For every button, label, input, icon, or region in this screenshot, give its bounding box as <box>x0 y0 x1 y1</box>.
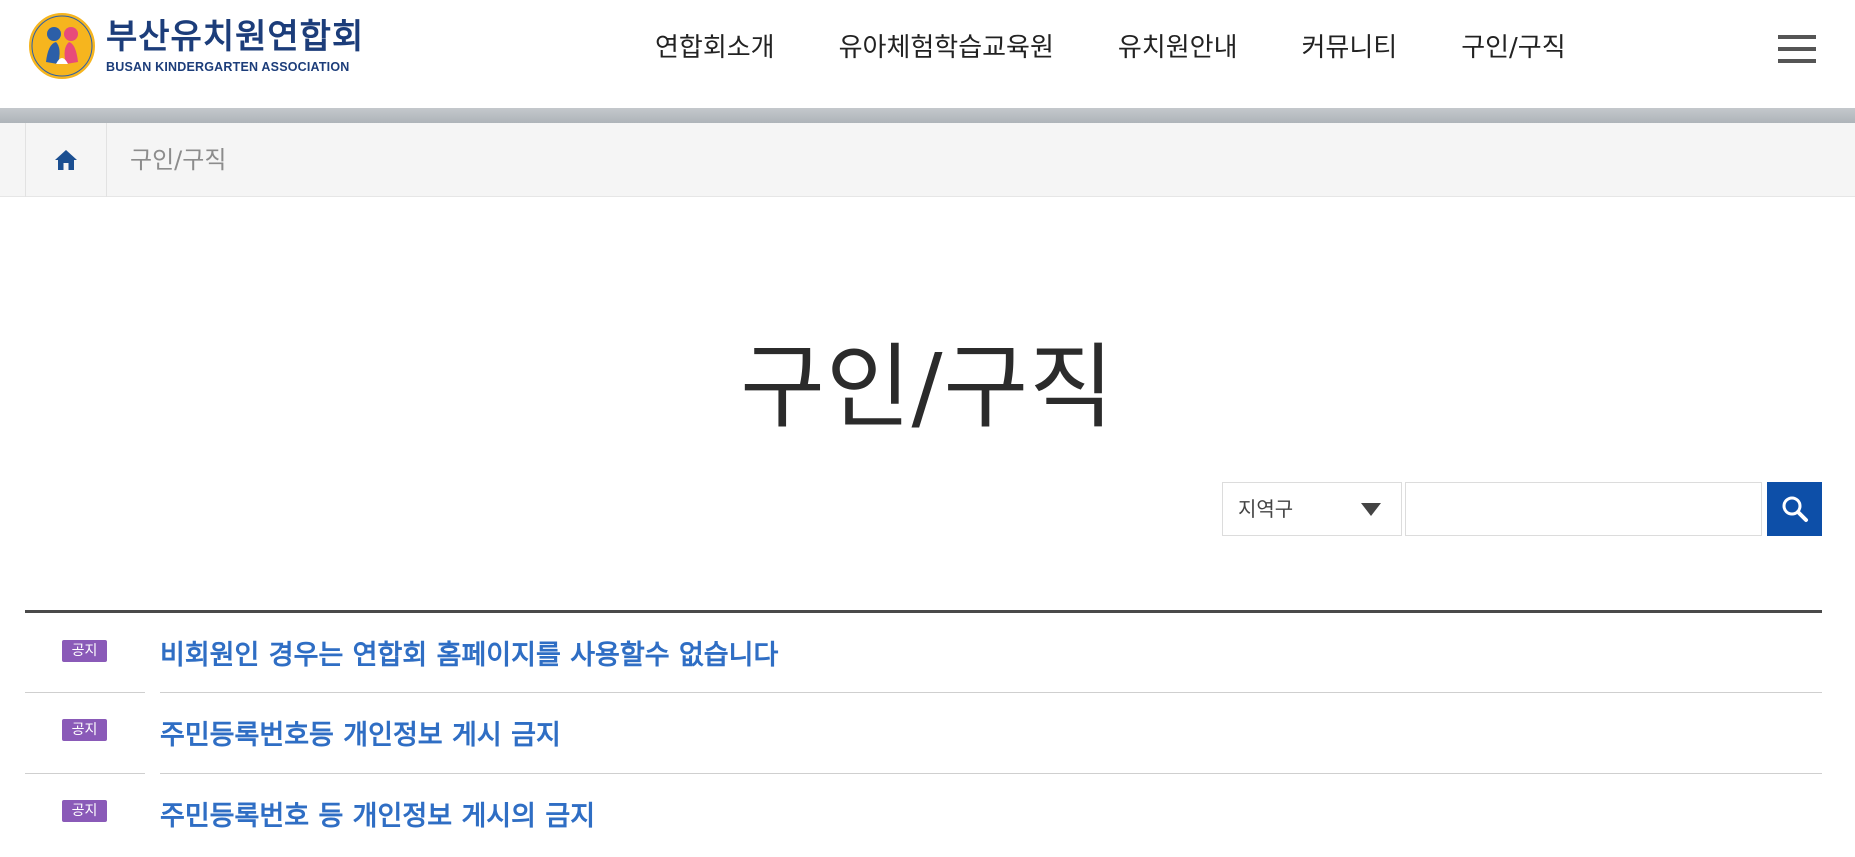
notice-title[interactable]: 비회원인 경우는 연합회 홈페이지를 사용할수 없습니다 <box>160 633 778 672</box>
notice-badge: 공지 <box>62 640 107 662</box>
header-divider-bar <box>0 108 1855 123</box>
nav-item-association-intro[interactable]: 연합회소개 <box>655 28 775 68</box>
logo-name-ko: 부산유치원연합회 <box>106 17 365 57</box>
search-button[interactable] <box>1767 482 1822 536</box>
nav-item-experience-center[interactable]: 유아체험학습교육원 <box>839 28 1054 68</box>
breadcrumb-current: 구인/구직 <box>130 146 227 174</box>
notice-row[interactable]: 공지 주민등록번호등 개인정보 게시 금지 <box>25 693 1822 774</box>
logo-name-en: BUSAN KINDERGARTEN ASSOCIATION <box>106 60 350 74</box>
nav-item-kindergarten-guide[interactable]: 유치원안내 <box>1118 28 1238 68</box>
notice-badge: 공지 <box>62 800 107 822</box>
notice-badge: 공지 <box>62 719 107 741</box>
nav-item-jobs[interactable]: 구인/구직 <box>1461 28 1565 68</box>
search-icon <box>1782 496 1808 522</box>
site-header: 부산유치원연합회 BUSAN KINDERGARTEN ASSOCIATION … <box>0 0 1855 108</box>
main-navigation: 연합회소개 유아체험학습교육원 유치원안내 커뮤니티 구인/구직 <box>655 28 1566 68</box>
notice-title[interactable]: 주민등록번호 등 개인정보 게시의 금지 <box>160 794 595 833</box>
site-logo[interactable]: 부산유치원연합회 BUSAN KINDERGARTEN ASSOCIATION <box>26 10 364 82</box>
notice-row[interactable]: 공지 주민등록번호 등 개인정보 게시의 금지 <box>25 774 1822 854</box>
page-title: 구인/구직 <box>740 334 1115 441</box>
breadcrumb-home-button[interactable] <box>25 123 107 197</box>
region-select[interactable]: 지역구 <box>1222 482 1402 536</box>
notice-row[interactable]: 공지 비회원인 경우는 연합회 홈페이지를 사용할수 없습니다 <box>25 613 1822 693</box>
triangle-down-icon <box>1361 503 1381 516</box>
notice-title[interactable]: 주민등록번호등 개인정보 게시 금지 <box>160 713 561 752</box>
nav-item-community[interactable]: 커뮤니티 <box>1302 28 1398 68</box>
home-icon <box>55 150 77 170</box>
search-input[interactable] <box>1405 482 1762 536</box>
breadcrumb: 구인/구직 <box>0 123 1855 197</box>
region-select-value: 지역구 <box>1238 497 1294 521</box>
hamburger-menu-icon[interactable] <box>1778 33 1818 65</box>
logo-emblem-icon <box>27 11 97 81</box>
